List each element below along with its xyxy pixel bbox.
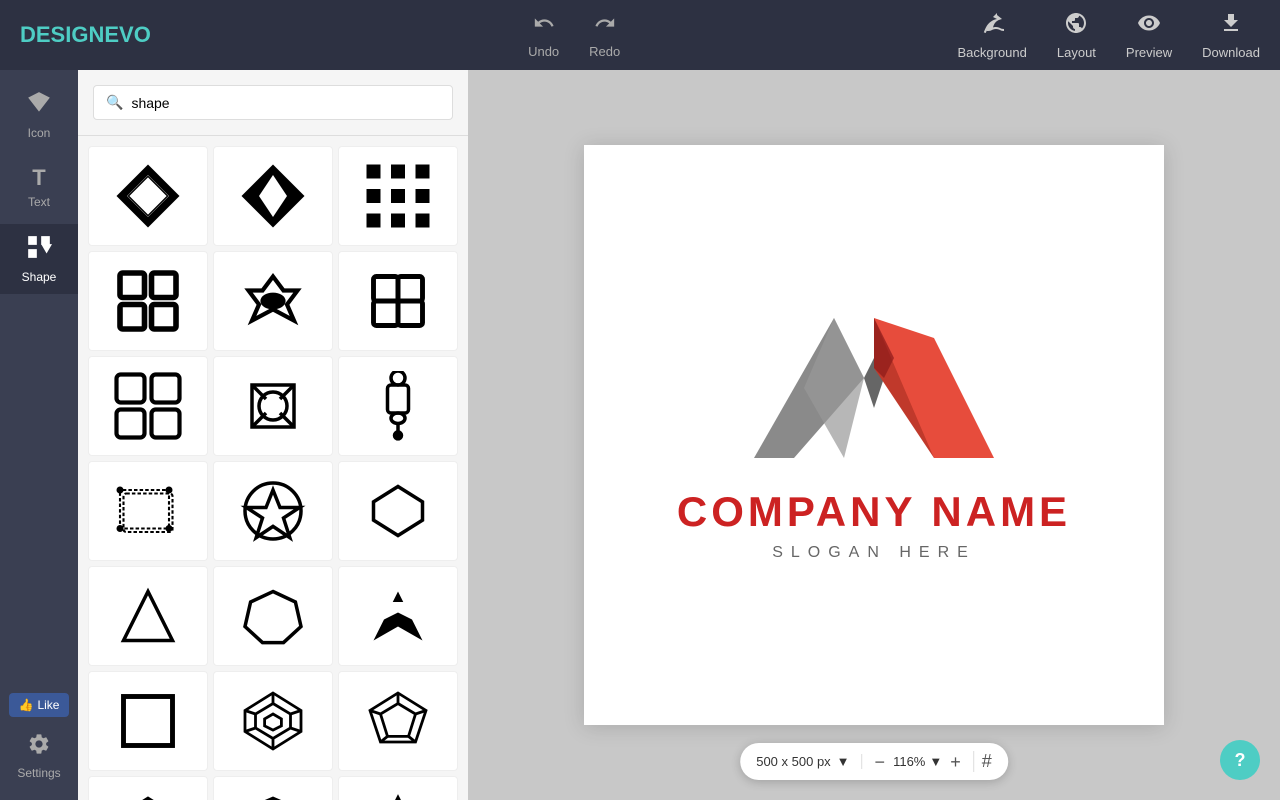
- logo-graphic: [734, 308, 1014, 468]
- topbar: DESIGNEVO Undo Redo Background Layout: [0, 0, 1280, 70]
- fb-thumb-icon: 👍: [19, 698, 34, 712]
- shape-item[interactable]: [88, 776, 208, 800]
- shape-item[interactable]: [338, 461, 458, 561]
- settings-icon: [27, 732, 51, 762]
- sidebar-item-settings[interactable]: Settings: [0, 722, 78, 790]
- company-name: COMPANY NAME: [677, 488, 1071, 536]
- sidebar-text-label: Text: [28, 195, 50, 209]
- canvas-area: COMPANY NAME SLOGAN HERE 500 x 500 px ▼ …: [468, 70, 1280, 800]
- shape-panel: 🔍: [78, 70, 468, 800]
- redo-button[interactable]: Redo: [589, 12, 620, 59]
- undo-icon: [533, 12, 555, 40]
- search-bar: 🔍: [78, 70, 468, 136]
- preview-icon: [1137, 11, 1161, 41]
- shape-item[interactable]: [213, 461, 333, 561]
- download-label: Download: [1202, 45, 1260, 60]
- background-button[interactable]: Background: [957, 11, 1026, 60]
- size-chevron-icon: ▼: [837, 754, 850, 769]
- shape-item[interactable]: [88, 356, 208, 456]
- search-input[interactable]: [131, 95, 440, 111]
- settings-label: Settings: [17, 766, 60, 780]
- shape-item[interactable]: [338, 251, 458, 351]
- undo-button[interactable]: Undo: [528, 12, 559, 59]
- size-label: 500 x 500 px: [756, 754, 830, 769]
- layout-icon: [1064, 11, 1088, 41]
- shape-item[interactable]: [338, 356, 458, 456]
- shape-item[interactable]: [213, 356, 333, 456]
- shape-item[interactable]: [88, 671, 208, 771]
- size-selector[interactable]: 500 x 500 px ▼: [756, 754, 862, 769]
- shape-item[interactable]: [213, 776, 333, 800]
- help-button[interactable]: ?: [1220, 740, 1260, 780]
- preview-label: Preview: [1126, 45, 1172, 60]
- sidebar-item-text[interactable]: T Text: [0, 155, 78, 219]
- download-button[interactable]: Download: [1202, 11, 1260, 60]
- redo-icon: [594, 12, 616, 40]
- shape-item[interactable]: [88, 566, 208, 666]
- shapes-grid: [78, 136, 468, 800]
- slogan: SLOGAN HERE: [772, 544, 976, 562]
- background-icon: [980, 11, 1004, 41]
- topbar-right-actions: Background Layout Preview Download: [957, 11, 1260, 60]
- shape-item[interactable]: [213, 566, 333, 666]
- layout-button[interactable]: Layout: [1057, 11, 1096, 60]
- search-input-wrap: 🔍: [93, 85, 453, 120]
- sidebar-shape-label: Shape: [22, 270, 57, 284]
- layout-label: Layout: [1057, 45, 1096, 60]
- zoom-out-button[interactable]: −: [875, 753, 886, 771]
- canvas-board: COMPANY NAME SLOGAN HERE: [584, 145, 1164, 725]
- fb-like-button[interactable]: 👍 Like: [9, 693, 69, 717]
- redo-label: Redo: [589, 44, 620, 59]
- background-label: Background: [957, 45, 1026, 60]
- shape-icon: [26, 234, 52, 266]
- company-name-red: NAME: [931, 488, 1071, 535]
- shape-item[interactable]: [338, 566, 458, 666]
- logo: DESIGNEVO: [20, 22, 151, 48]
- zoom-value: 116%: [893, 754, 925, 769]
- shape-item[interactable]: [88, 146, 208, 246]
- shape-item[interactable]: [213, 146, 333, 246]
- diamond-icon: [26, 90, 52, 122]
- zoom-chevron-icon: ▼: [929, 754, 942, 769]
- logo-teal: EVO: [104, 22, 150, 47]
- preview-button[interactable]: Preview: [1126, 11, 1172, 60]
- zoom-controls: − 116% ▼ +: [863, 753, 973, 771]
- topbar-center-actions: Undo Redo: [191, 12, 958, 59]
- shape-item[interactable]: [88, 251, 208, 351]
- sidebar-item-shape[interactable]: Shape: [0, 224, 78, 294]
- grid-button[interactable]: #: [973, 751, 992, 772]
- sidebar-bottom: 👍 Like Settings: [0, 693, 78, 800]
- shape-item[interactable]: [338, 776, 458, 800]
- company-name-black: COMPANY: [677, 488, 916, 535]
- shape-item[interactable]: [338, 146, 458, 246]
- sidebar-item-icon[interactable]: Icon: [0, 80, 78, 150]
- shape-item[interactable]: [213, 251, 333, 351]
- shape-item[interactable]: [338, 671, 458, 771]
- zoom-level-selector[interactable]: 116% ▼: [893, 754, 942, 769]
- left-sidebar: Icon T Text Shape 👍 Like Settings: [0, 70, 78, 800]
- text-icon: T: [32, 165, 45, 191]
- main-area: Icon T Text Shape 👍 Like Settings: [0, 70, 1280, 800]
- search-icon: 🔍: [106, 94, 123, 111]
- undo-label: Undo: [528, 44, 559, 59]
- zoom-in-button[interactable]: +: [950, 753, 961, 771]
- shape-item[interactable]: [88, 461, 208, 561]
- logo-black: DESIGN: [20, 22, 104, 47]
- bottom-toolbar: 500 x 500 px ▼ − 116% ▼ + #: [740, 743, 1008, 780]
- fb-like-label: Like: [37, 698, 59, 712]
- shape-item[interactable]: [213, 671, 333, 771]
- sidebar-icon-label: Icon: [28, 126, 51, 140]
- download-icon: [1219, 11, 1243, 41]
